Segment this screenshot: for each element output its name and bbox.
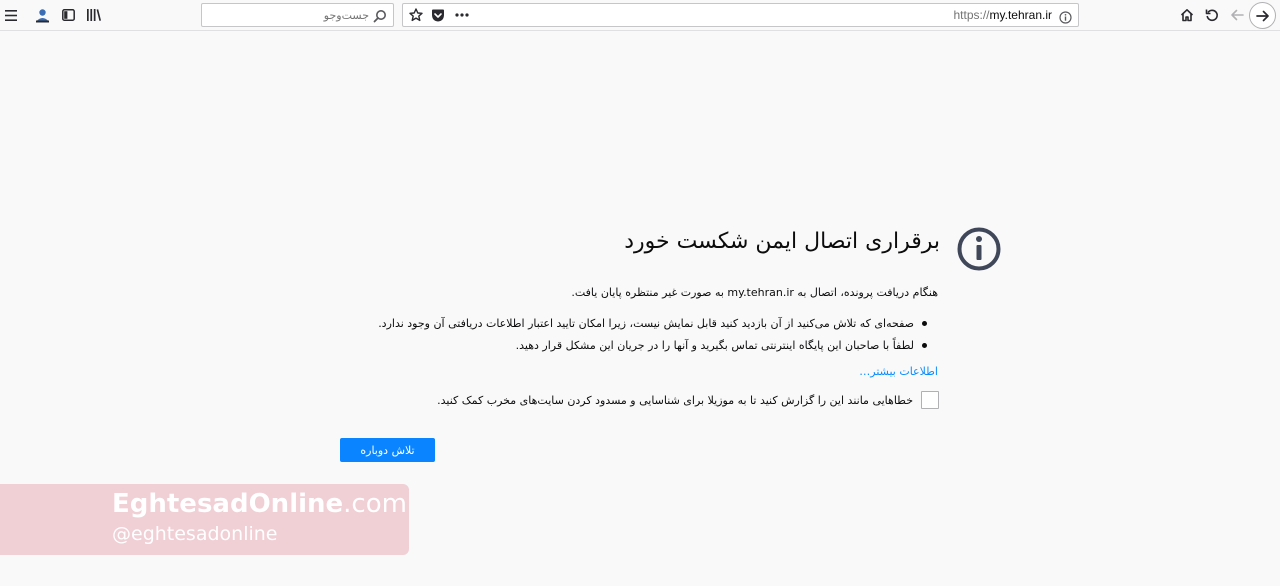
report-errors-row: خطاهایی مانند این را گزارش کنید تا به مو…	[437, 391, 939, 409]
star-icon[interactable]	[409, 8, 423, 22]
watermark-brand-name: EghtesadOnline	[112, 489, 344, 519]
url-scheme: https://	[953, 8, 990, 22]
url-bar[interactable]: https://my.tehran.ir	[402, 3, 1079, 27]
more-actions-icon[interactable]	[455, 13, 469, 17]
page-actions	[409, 7, 469, 23]
watermark-brand-suffix: .com	[343, 489, 407, 519]
search-bar[interactable]	[201, 3, 394, 27]
sidebar-icon[interactable]	[61, 8, 75, 22]
info-icon[interactable]	[1059, 9, 1072, 28]
search-input[interactable]	[209, 7, 369, 23]
back-arrow-icon[interactable]	[1229, 7, 1244, 22]
watermark-overlay: EghtesadOnline.com @eghtesadonline	[0, 484, 409, 555]
url-text[interactable]: https://my.tehran.ir	[954, 8, 1053, 22]
browser-toolbar: https://my.tehran.ir	[0, 0, 1280, 31]
search-icon	[373, 8, 387, 27]
info-circle-icon	[956, 226, 1002, 272]
list-item: لطفاً با صاحبان این پایگاه اینترنتی تماس…	[378, 335, 928, 357]
account-icon[interactable]	[34, 7, 50, 23]
report-errors-label: خطاهایی مانند این را گزارش کنید تا به مو…	[437, 393, 913, 407]
library-icon[interactable]	[87, 8, 101, 22]
error-title: برقراری اتصال ایمن شکست خورد	[624, 229, 940, 254]
list-item: صفحه‌ای که تلاش می‌کنید از آن بازدید کنی…	[378, 313, 928, 335]
url-host: my.tehran.ir	[989, 8, 1052, 22]
error-bullet-list: صفحه‌ای که تلاش می‌کنید از آن بازدید کنی…	[378, 313, 928, 357]
forward-arrow-icon	[1255, 9, 1270, 23]
watermark-brand: EghtesadOnline.com	[112, 489, 407, 519]
reload-icon[interactable]	[1204, 7, 1219, 22]
try-again-button[interactable]: تلاش دوباره	[340, 438, 435, 462]
watermark-handle: @eghtesadonline	[112, 523, 278, 545]
home-icon[interactable]	[1179, 7, 1194, 22]
forward-button[interactable]	[1249, 2, 1276, 29]
error-intro: هنگام دریافت پرونده، اتصال به my.tehran.…	[571, 286, 938, 299]
report-errors-checkbox[interactable]	[921, 391, 939, 409]
learn-more-link[interactable]: اطلاعات بیشتر…	[859, 365, 938, 378]
hamburger-menu-icon[interactable]	[4, 8, 18, 22]
pocket-icon[interactable]	[431, 9, 445, 22]
